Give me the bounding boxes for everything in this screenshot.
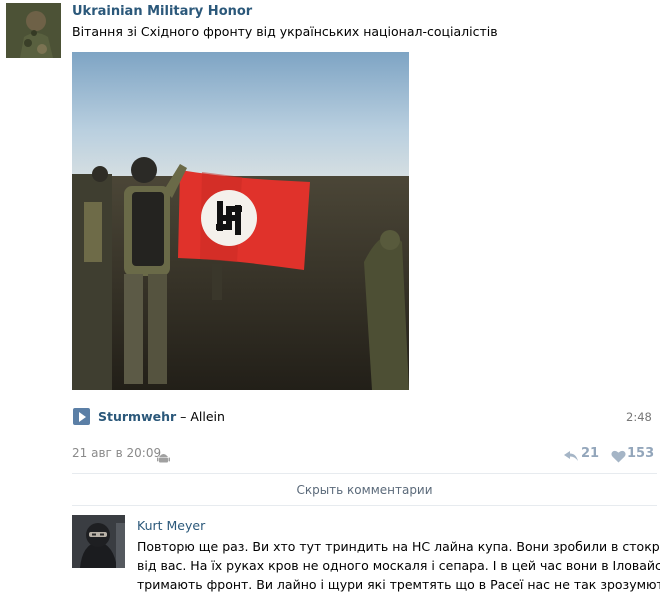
comment-author-avatar[interactable]	[72, 515, 125, 568]
post-author-name[interactable]: Ukrainian Military Honor	[72, 4, 252, 19]
android-icon	[157, 449, 170, 463]
audio-play-button[interactable]	[73, 408, 90, 425]
audio-title: Allein	[190, 409, 225, 424]
comments-divider	[72, 505, 657, 506]
comment-text-line: тримають фронт. Ви лайно і щури які трем…	[137, 577, 660, 592]
audio-duration: 2:48	[626, 410, 652, 424]
audio-artist[interactable]: Sturmwehr	[98, 409, 176, 424]
audio-track[interactable]: Sturmwehr – Allein	[98, 409, 225, 424]
heart-icon[interactable]	[611, 448, 626, 463]
audio-separator: –	[180, 409, 187, 424]
comment-text-line: від вас. На їх руках кров не одного моск…	[137, 558, 660, 573]
comment-author-name[interactable]: Kurt Meyer	[137, 518, 205, 533]
post-date[interactable]: 21 авг в 20:09	[72, 446, 161, 460]
comment-text: Повторю ще раз. Ви хто тут триндить на Н…	[137, 537, 660, 594]
comments-divider	[72, 473, 657, 474]
hide-comments-button[interactable]: Скрыть комментарии	[72, 478, 657, 502]
repost-count[interactable]: 21	[581, 446, 599, 461]
like-count[interactable]: 153	[627, 446, 654, 461]
repost-icon[interactable]	[563, 448, 579, 461]
post-text: Вітання зі Східного фронту від українськ…	[72, 24, 498, 39]
comment-text-line: Повторю ще раз. Ви хто тут триндить на Н…	[137, 539, 660, 554]
post-photo[interactable]	[72, 52, 409, 390]
author-avatar[interactable]	[6, 3, 61, 58]
